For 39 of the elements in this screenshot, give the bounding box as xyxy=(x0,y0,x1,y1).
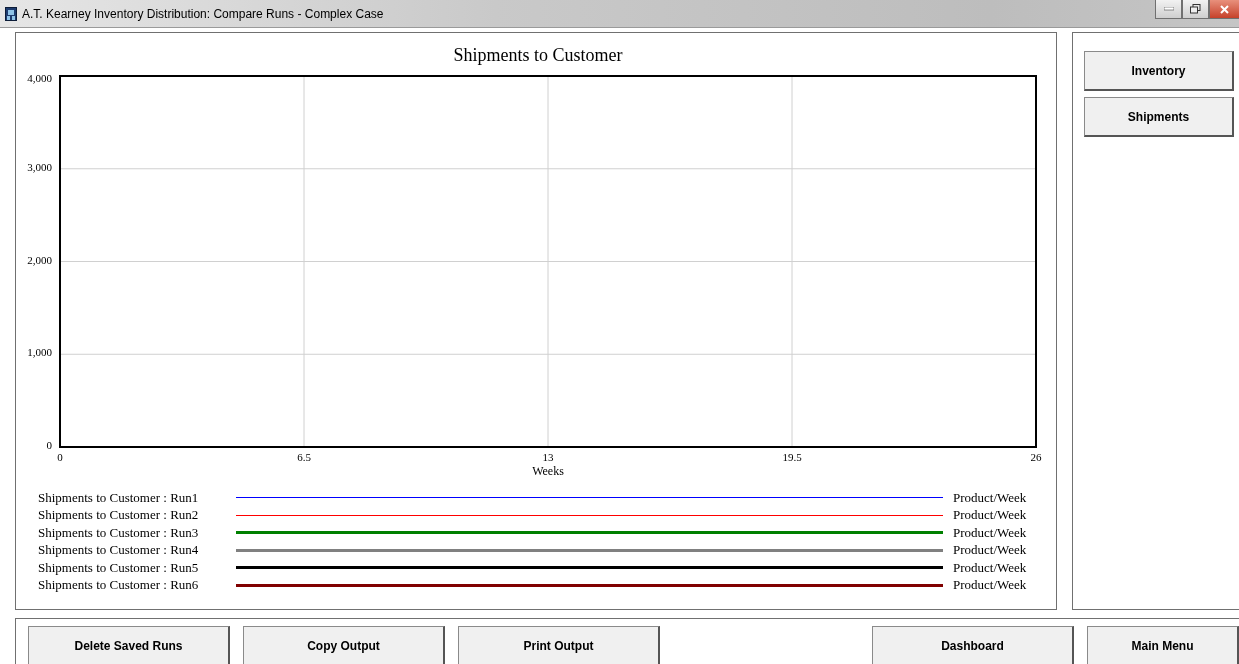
window-title: A.T. Kearney Inventory Distribution: Compare Runs - Complex Case xyxy=(22,6,384,21)
minimize-icon xyxy=(1163,7,1174,11)
close-icon xyxy=(1220,4,1229,14)
legend-label: Shipments to Customer : Run5 xyxy=(38,559,199,576)
action-button[interactable]: Copy Output xyxy=(243,626,445,664)
chart-title: Shipments to Customer xyxy=(453,45,623,65)
close-button[interactable] xyxy=(1209,0,1239,19)
legend-unit: Product/Week xyxy=(953,507,1028,524)
legend-unit: Product/Week xyxy=(953,524,1028,541)
nav-button[interactable]: Shipments xyxy=(1084,97,1234,137)
x-tick-label: 19.5 xyxy=(782,451,802,463)
nav-button[interactable]: Main Menu xyxy=(1087,626,1239,664)
x-tick-label: 0 xyxy=(57,451,63,463)
y-tick-label: 2,000 xyxy=(27,253,52,266)
action-button[interactable]: Print Output xyxy=(458,626,660,664)
y-tick-label: 3,000 xyxy=(27,160,52,173)
restore-button[interactable] xyxy=(1182,0,1209,19)
legend-label: Shipments to Customer : Run1 xyxy=(38,489,199,506)
legend-label: Shipments to Customer : Run3 xyxy=(38,524,199,541)
legend-unit: Product/Week xyxy=(953,559,1028,576)
legend-label: Shipments to Customer : Run4 xyxy=(38,542,199,559)
y-tick-label: 4,000 xyxy=(27,72,52,84)
x-tick-label: 26 xyxy=(1030,451,1042,463)
legend-unit: Product/Week xyxy=(953,542,1028,559)
restore-icon xyxy=(1190,4,1201,14)
nav-button[interactable]: Dashboard xyxy=(872,626,1074,664)
minimize-button[interactable] xyxy=(1155,0,1182,19)
action-button[interactable]: Delete Saved Runs xyxy=(28,626,230,664)
legend-unit: Product/Week xyxy=(953,489,1028,506)
legend-unit: Product/Week xyxy=(953,577,1028,594)
x-tick-label: 13 xyxy=(542,451,554,463)
x-axis-label: Weeks xyxy=(532,464,564,478)
app-icon xyxy=(5,6,17,21)
x-tick-label: 6.5 xyxy=(297,451,311,463)
nav-button[interactable]: Inventory xyxy=(1084,51,1234,91)
legend-label: Shipments to Customer : Run2 xyxy=(38,507,199,524)
y-tick-label: 1,000 xyxy=(27,346,52,359)
y-tick-label: 0 xyxy=(46,439,52,451)
legend-label: Shipments to Customer : Run6 xyxy=(38,577,199,594)
